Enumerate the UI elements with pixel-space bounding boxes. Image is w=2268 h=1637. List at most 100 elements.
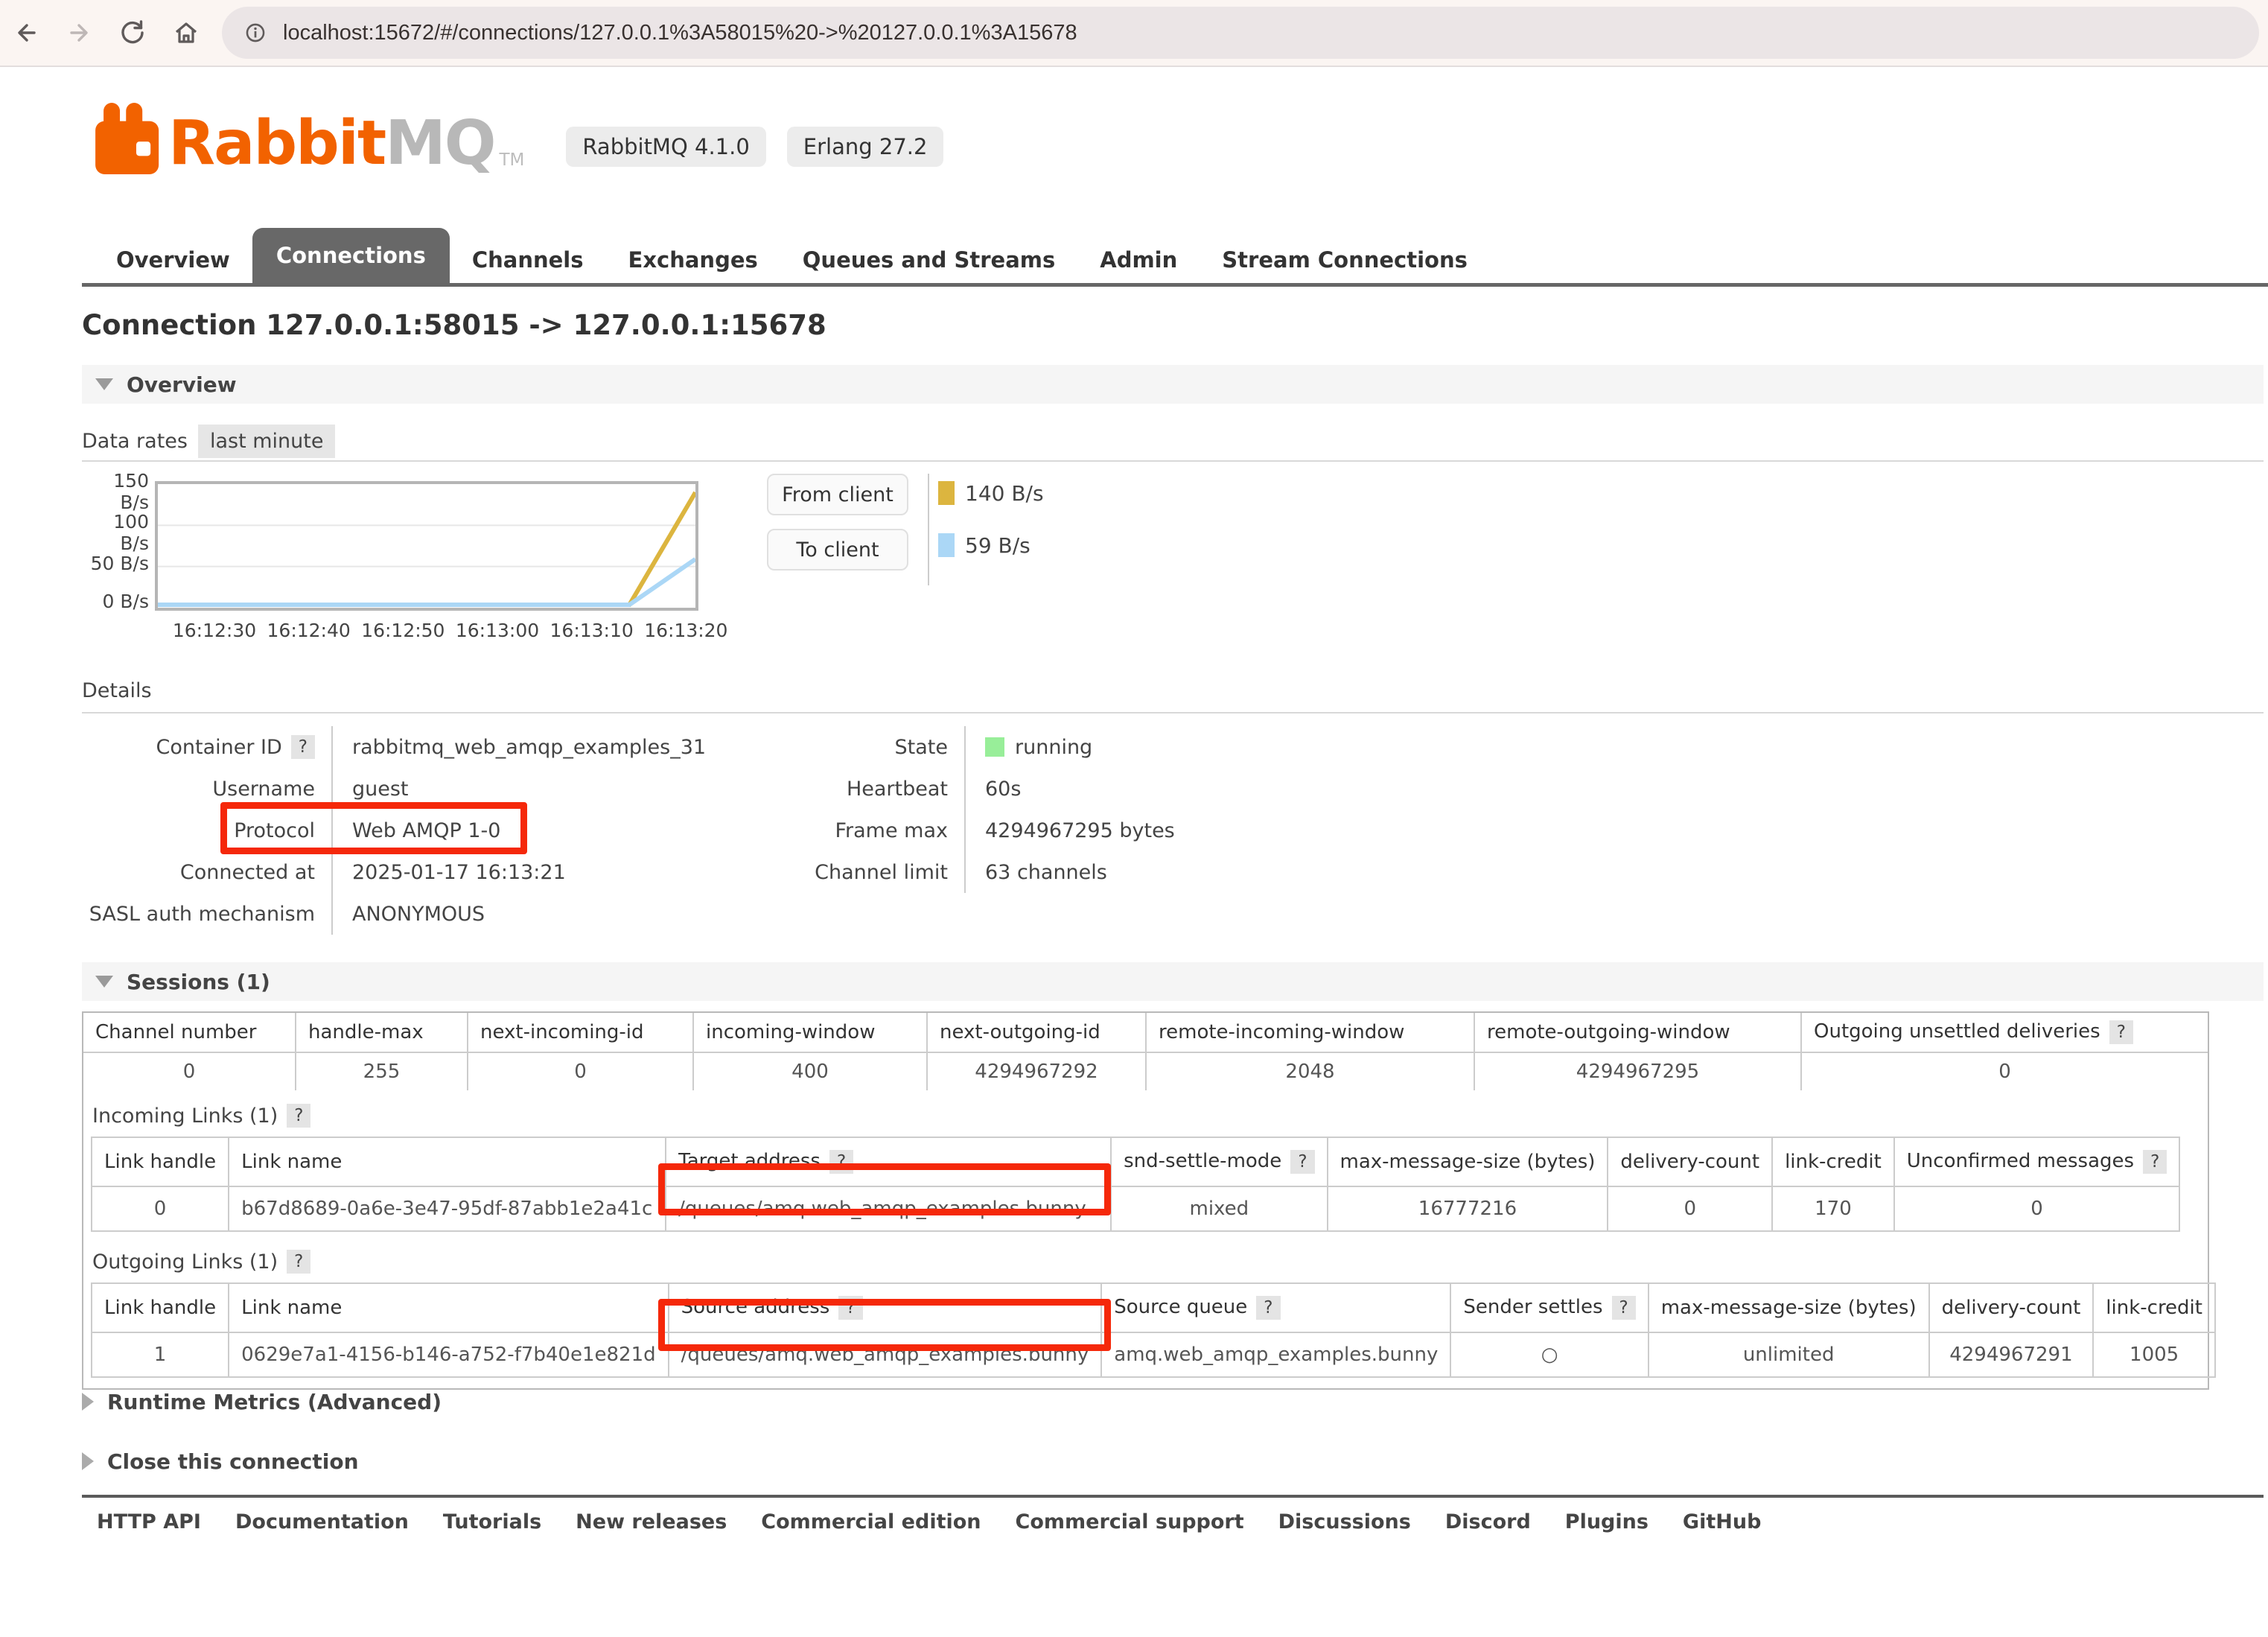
- column-header: Link handle: [92, 1137, 229, 1186]
- footer-link-http-api[interactable]: HTTP API: [97, 1510, 201, 1533]
- outgoing-links-title: Outgoing Links (1)?: [92, 1250, 2208, 1274]
- column-header: remote-incoming-window: [1146, 1013, 1474, 1052]
- column-header: Channel number: [83, 1013, 296, 1052]
- outgoing-links-table: Link handle Link name Source address? So…: [91, 1282, 2216, 1378]
- collapse-closed-icon: [82, 1393, 94, 1411]
- x-axis-label: 16:13:00: [445, 620, 550, 641]
- footer-link-tutorials[interactable]: Tutorials: [443, 1510, 541, 1533]
- legend-value-to-client: 59 B/s: [938, 526, 1044, 565]
- y-axis-label: 150 B/s: [82, 470, 149, 513]
- address-bar[interactable]: localhost:15672/#/connections/127.0.0.1%…: [222, 7, 2259, 59]
- tab-admin[interactable]: Admin: [1077, 237, 1200, 283]
- back-icon[interactable]: [10, 16, 43, 49]
- help-icon[interactable]: ?: [287, 1104, 310, 1128]
- detail-label: Channel limit: [670, 851, 964, 893]
- url-text: localhost:15672/#/connections/127.0.0.1%…: [283, 21, 1077, 45]
- incoming-links-value-row: 0 b67d8689-0a6e-3e47-95df-87abb1e2a41c /…: [92, 1186, 2179, 1231]
- footer-link-github[interactable]: GitHub: [1683, 1510, 1761, 1533]
- session-header-row: Channel number handle-max next-incoming-…: [83, 1013, 2208, 1052]
- help-icon[interactable]: ?: [829, 1150, 853, 1174]
- detail-label: Frame max: [670, 810, 964, 851]
- chart-legend: From client To client: [767, 474, 908, 570]
- tab-exchanges[interactable]: Exchanges: [606, 237, 780, 283]
- column-header: Target address?: [666, 1137, 1111, 1186]
- help-icon[interactable]: ?: [838, 1296, 862, 1320]
- outgoing-links-header-row: Link handle Link name Source address? So…: [92, 1283, 2215, 1332]
- section-header-overview[interactable]: Overview: [82, 365, 2264, 404]
- target-address-cell: /queues/amq.web_amqp_examples.bunny: [666, 1186, 1111, 1231]
- section-header-runtime-metrics[interactable]: Runtime Metrics (Advanced): [82, 1385, 442, 1418]
- reload-icon[interactable]: [116, 16, 149, 49]
- page-title: Connection 127.0.0.1:58015 -> 127.0.0.1:…: [82, 309, 826, 341]
- max-message-size-cell: 16777216: [1328, 1186, 1608, 1231]
- column-header: max-message-size (bytes): [1649, 1283, 1929, 1332]
- x-axis-label: 16:13:20: [634, 620, 738, 641]
- cell-value: 255: [296, 1052, 468, 1090]
- home-icon[interactable]: [170, 16, 203, 49]
- help-icon[interactable]: ?: [1256, 1296, 1280, 1320]
- rate-window-selector[interactable]: last minute: [198, 425, 336, 458]
- logo-trademark: TM: [500, 150, 525, 170]
- help-icon[interactable]: ?: [291, 735, 315, 759]
- data-rates-label: Data rates: [82, 430, 188, 453]
- y-axis-label: 50 B/s: [82, 553, 149, 574]
- footer-link-discord[interactable]: Discord: [1445, 1510, 1531, 1533]
- footer-link-commercial-support[interactable]: Commercial support: [1016, 1510, 1244, 1533]
- section-header-sessions[interactable]: Sessions (1): [82, 962, 2264, 1001]
- footer-link-plugins[interactable]: Plugins: [1565, 1510, 1649, 1533]
- link-name-cell: 0629e7a1-4156-b146-a752-f7b40e1e821d: [229, 1332, 669, 1377]
- x-axis-label: 16:12:40: [257, 620, 361, 641]
- outgoing-links-value-row: 1 0629e7a1-4156-b146-a752-f7b40e1e821d /…: [92, 1332, 2215, 1377]
- footer-link-commercial-edition[interactable]: Commercial edition: [761, 1510, 981, 1533]
- divider: [82, 460, 2264, 462]
- tab-channels[interactable]: Channels: [450, 237, 606, 283]
- column-header: Unconfirmed messages?: [1894, 1137, 2180, 1186]
- help-icon[interactable]: ?: [1612, 1296, 1636, 1320]
- help-icon[interactable]: ?: [2143, 1150, 2167, 1174]
- logo-text-rabbit: Rabbit: [168, 113, 385, 174]
- legend-button-to-client[interactable]: To client: [767, 529, 908, 570]
- column-header: Link name: [229, 1283, 669, 1332]
- x-axis-label: 16:13:10: [540, 620, 644, 641]
- state-value: running: [964, 726, 1400, 768]
- section-header-close-connection[interactable]: Close this connection: [82, 1445, 359, 1478]
- footer-links: HTTP API Documentation Tutorials New rel…: [97, 1510, 1761, 1533]
- details-title: Details: [82, 679, 152, 702]
- help-icon[interactable]: ?: [1290, 1150, 1314, 1174]
- detail-label: Username: [82, 768, 331, 810]
- sender-settles-cell: ○: [1450, 1332, 1648, 1377]
- help-icon[interactable]: ?: [287, 1250, 310, 1274]
- tab-overview[interactable]: Overview: [94, 237, 252, 283]
- collapse-open-icon: [95, 976, 113, 988]
- column-header: Link handle: [92, 1283, 229, 1332]
- column-header: link-credit: [2093, 1283, 2215, 1332]
- frame-max-value: 4294967295 bytes: [964, 810, 1400, 851]
- column-header: snd-settle-mode?: [1111, 1137, 1327, 1186]
- app-header: Rabbit MQ TM RabbitMQ 4.1.0 Erlang 27.2: [95, 103, 943, 174]
- series-line-from-client: [158, 492, 695, 605]
- column-header: next-incoming-id: [468, 1013, 693, 1052]
- tab-connections[interactable]: Connections: [252, 228, 450, 283]
- version-badges: RabbitMQ 4.1.0 Erlang 27.2: [566, 127, 943, 167]
- cell-value: 4294967295: [1474, 1052, 1801, 1090]
- footer-link-new-releases[interactable]: New releases: [576, 1510, 727, 1533]
- tab-queues-and-streams[interactable]: Queues and Streams: [780, 237, 1077, 283]
- cell-value: 0: [83, 1052, 296, 1090]
- help-icon[interactable]: ?: [2109, 1020, 2133, 1044]
- section-title: Close this connection: [107, 1449, 359, 1474]
- footer-link-documentation[interactable]: Documentation: [235, 1510, 409, 1533]
- detail-label: Connected at: [82, 851, 331, 893]
- tab-stream-connections[interactable]: Stream Connections: [1200, 237, 1490, 283]
- site-info-icon[interactable]: [243, 20, 268, 45]
- forward-icon[interactable]: [63, 16, 95, 49]
- collapse-closed-icon: [82, 1452, 94, 1470]
- detail-label: State: [670, 726, 964, 768]
- cell-value: 0: [468, 1052, 693, 1090]
- link-credit-cell: 170: [1772, 1186, 1894, 1231]
- detail-row-channel-limit: Channel limit 63 channels: [670, 851, 1400, 893]
- footer-link-discussions[interactable]: Discussions: [1278, 1510, 1411, 1533]
- details-grid: Container ID? rabbitmq_web_amqp_examples…: [82, 726, 2264, 935]
- session-container: Channel number handle-max next-incoming-…: [82, 1011, 2209, 1390]
- footer-divider: [82, 1495, 2264, 1498]
- legend-button-from-client[interactable]: From client: [767, 474, 908, 515]
